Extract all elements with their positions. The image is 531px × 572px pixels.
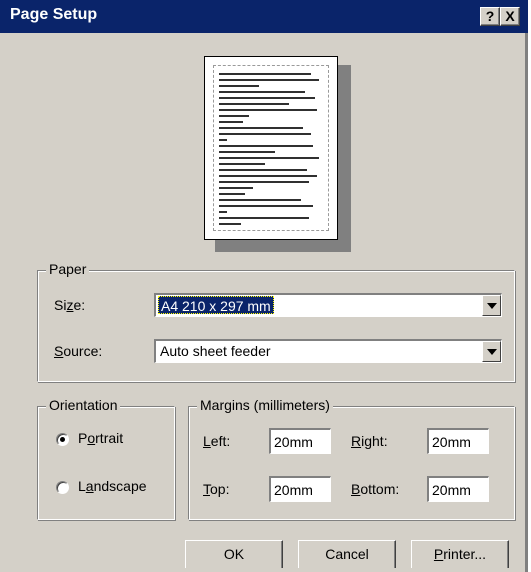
preview-text-line	[219, 73, 311, 75]
printer-button[interactable]: Printer...	[411, 540, 509, 568]
preview-text-line	[219, 139, 227, 141]
page-preview	[204, 56, 338, 240]
preview-text-line	[219, 79, 319, 81]
preview-text-line	[219, 127, 303, 129]
close-button[interactable]: X	[500, 7, 520, 26]
margins-legend: Margins (millimeters)	[197, 397, 333, 413]
orientation-legend: Orientation	[46, 397, 121, 413]
preview-text-line	[219, 151, 275, 153]
preview-text-line	[219, 103, 289, 105]
landscape-radio[interactable]	[56, 481, 69, 494]
preview-text-line	[219, 145, 313, 147]
preview-text-line	[219, 133, 311, 135]
preview-text-line	[219, 97, 315, 99]
margin-top-field[interactable]	[269, 476, 331, 502]
margin-top-label: Top:	[203, 481, 230, 497]
preview-text-line	[219, 163, 265, 165]
margins-group: Margins (millimeters) Left: Right: Top: …	[188, 397, 515, 520]
title-bar[interactable]: Page Setup ? X	[0, 0, 528, 33]
preview-text-line	[219, 115, 249, 117]
preview-text-line	[219, 187, 253, 189]
margin-right-field[interactable]	[427, 428, 489, 454]
size-label: Size:	[54, 297, 86, 313]
preview-text-line	[219, 175, 317, 177]
preview-text-line	[219, 121, 243, 123]
margin-left-label: Left:	[203, 433, 231, 449]
cancel-button[interactable]: Cancel	[298, 540, 396, 568]
page-setup-dialog: Page Setup ? X Paper Size: A4 210 x 297 …	[0, 0, 528, 572]
portrait-radio[interactable]	[56, 433, 69, 446]
preview-text-line	[219, 109, 317, 111]
preview-text-line	[219, 223, 241, 225]
landscape-label[interactable]: Landscape	[78, 478, 147, 494]
preview-text-line	[219, 169, 307, 171]
margin-bottom-field[interactable]	[427, 476, 489, 502]
preview-text-line	[219, 211, 227, 213]
preview-text-line	[219, 91, 305, 93]
source-label: Source:	[54, 343, 103, 359]
paper-group: Paper Size: A4 210 x 297 mm Source: Auto…	[37, 261, 515, 382]
margin-right-label: Right:	[351, 433, 388, 449]
paper-size-value: A4 210 x 297 mm	[158, 296, 274, 314]
paper-legend: Paper	[46, 261, 90, 277]
preview-text-line	[219, 199, 301, 201]
paper-size-dropdown-icon[interactable]	[482, 295, 501, 316]
portrait-label[interactable]: Portrait	[78, 430, 123, 446]
ok-button[interactable]: OK	[185, 540, 283, 568]
paper-source-dropdown-icon[interactable]	[482, 341, 501, 362]
paper-source-select[interactable]: Auto sheet feeder	[154, 339, 502, 363]
paper-size-select[interactable]: A4 210 x 297 mm	[154, 293, 502, 317]
preview-text-line	[219, 205, 313, 207]
preview-text-line	[219, 193, 245, 195]
help-button[interactable]: ?	[480, 7, 500, 26]
dialog-title: Page Setup	[10, 6, 98, 23]
preview-text-line	[219, 157, 319, 159]
margin-bottom-label: Bottom:	[351, 481, 400, 497]
margin-left-field[interactable]	[269, 428, 331, 454]
preview-text-line	[219, 217, 309, 219]
preview-text-line	[219, 85, 259, 87]
orientation-group: Orientation Portrait Landscape	[37, 397, 175, 520]
preview-text-line	[219, 181, 309, 183]
paper-source-value: Auto sheet feeder	[160, 343, 271, 359]
